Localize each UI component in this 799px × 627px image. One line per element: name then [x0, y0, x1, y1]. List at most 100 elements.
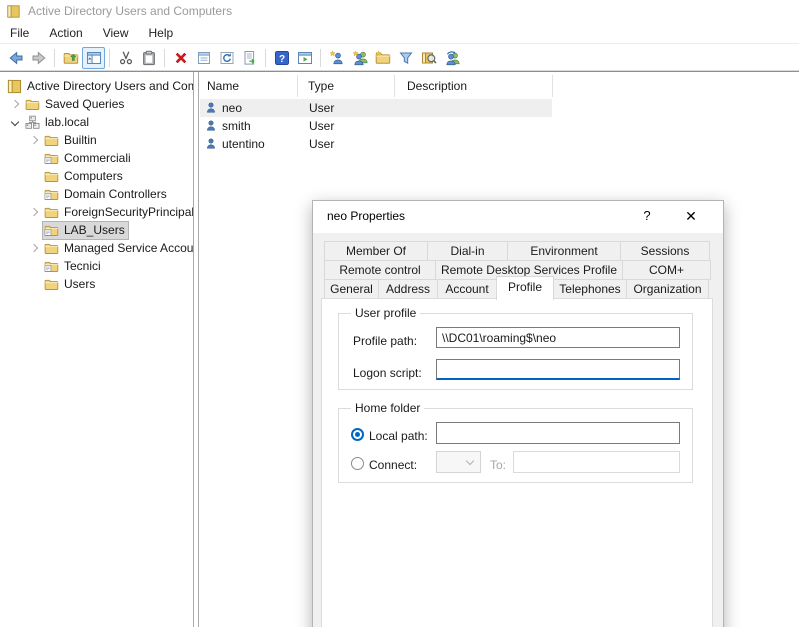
toolbar-separator — [109, 49, 110, 67]
list-header: Name Type Description — [199, 73, 799, 99]
dialog-title: neo Properties — [327, 209, 405, 223]
list-row-neo[interactable]: neoUser — [200, 99, 552, 117]
toolbar: ? — [0, 45, 799, 71]
tab-sessions[interactable]: Sessions — [620, 241, 710, 261]
neo-properties-dialog: neo Properties ? ✕ Member OfDial-inEnvir… — [312, 200, 724, 627]
user-icon — [204, 137, 218, 151]
console-icon — [7, 79, 22, 94]
tree-item-commerciali[interactable]: Commerciali — [25, 149, 134, 167]
user-profile-group-label: User profile — [351, 306, 420, 320]
column-header-type[interactable]: Type — [308, 73, 334, 99]
tree-expanded-chevron-icon[interactable] — [11, 118, 19, 126]
local-path-label: Local path: — [369, 429, 428, 443]
find-icon[interactable] — [417, 47, 440, 69]
tree-item-builtin[interactable]: Builtin — [25, 131, 100, 149]
tab-telephones[interactable]: Telephones — [553, 279, 627, 299]
tab-organization[interactable]: Organization — [626, 279, 709, 299]
tree-collapsed-chevron-icon[interactable] — [30, 208, 38, 216]
toolbar-separator — [164, 49, 165, 67]
profile-tab-page: User profile Profile path: Logon script:… — [321, 298, 713, 627]
dialog-titlebar: neo Properties ? ✕ — [313, 201, 723, 233]
tab-dial-in[interactable]: Dial-in — [427, 241, 508, 261]
column-divider[interactable] — [394, 75, 395, 97]
console-tree-pane[interactable]: Active Directory Users and ComputersSave… — [0, 72, 194, 627]
show-console-tree-icon[interactable] — [82, 47, 105, 69]
tree-item-lab-users[interactable]: LAB_Users — [25, 221, 128, 239]
home-folder-group-label: Home folder — [351, 401, 424, 415]
up-one-level-icon[interactable] — [59, 47, 82, 69]
profile-path-label: Profile path: — [353, 334, 417, 348]
tree-item-managed-service-accounts[interactable]: Managed Service Accounts — [25, 239, 194, 257]
menu-file[interactable]: File — [0, 23, 39, 43]
window-title: Active Directory Users and Computers — [28, 4, 232, 18]
folder-icon — [44, 205, 59, 220]
tree-item-users[interactable]: Users — [25, 275, 98, 293]
new-user-icon[interactable] — [325, 47, 348, 69]
column-divider[interactable] — [297, 75, 298, 97]
tab-address[interactable]: Address — [378, 279, 438, 299]
tree-collapsed-chevron-icon[interactable] — [11, 100, 19, 108]
forward-icon[interactable] — [27, 47, 50, 69]
tree-item-lab-local[interactable]: lab.local — [6, 113, 92, 131]
home-folder-groupbox: Home folder Local path: Connect: To: — [338, 408, 693, 483]
menu-action[interactable]: Action — [39, 23, 92, 43]
menu-help[interactable]: Help — [139, 23, 184, 43]
drive-letter-dropdown[interactable] — [436, 451, 481, 473]
user-icon — [204, 119, 218, 133]
cut-icon[interactable] — [114, 47, 137, 69]
tree-item-computers[interactable]: Computers — [25, 167, 126, 185]
refresh-icon[interactable] — [215, 47, 238, 69]
add-member-icon[interactable] — [440, 47, 463, 69]
tree-item-domain-controllers[interactable]: Domain Controllers — [25, 185, 170, 203]
dialog-help-button[interactable]: ? — [635, 205, 659, 227]
tree-item-foreignsecurityprincipals[interactable]: ForeignSecurityPrincipals — [25, 203, 194, 221]
local-path-radio[interactable] — [351, 428, 364, 441]
domain-icon — [25, 115, 40, 130]
column-divider[interactable] — [552, 75, 553, 97]
new-ou-icon[interactable] — [371, 47, 394, 69]
column-header-description[interactable]: Description — [407, 73, 467, 99]
tab-remote-control[interactable]: Remote control — [324, 260, 436, 280]
toolbar-separator — [320, 49, 321, 67]
filter-icon[interactable] — [394, 47, 417, 69]
list-row-smith[interactable]: smithUser — [200, 117, 552, 135]
ou-icon — [44, 187, 59, 202]
tab-profile[interactable]: Profile — [496, 276, 554, 300]
tree-item-active-directory-users-and-computers[interactable]: Active Directory Users and Computers — [6, 77, 194, 95]
to-label: To: — [490, 458, 506, 472]
tab-environment[interactable]: Environment — [507, 241, 621, 261]
logon-script-input[interactable] — [436, 359, 680, 380]
tab-member-of[interactable]: Member Of — [324, 241, 428, 261]
help-icon[interactable]: ? — [270, 47, 293, 69]
menu-bar: FileActionViewHelp — [0, 22, 799, 44]
new-group-icon[interactable] — [348, 47, 371, 69]
connect-to-input[interactable] — [513, 451, 680, 473]
user-profile-groupbox: User profile Profile path: Logon script: — [338, 313, 693, 390]
window-titlebar: Active Directory Users and Computers — [0, 0, 799, 22]
console-window-icon[interactable] — [293, 47, 316, 69]
tree-collapsed-chevron-icon[interactable] — [30, 136, 38, 144]
tab-com-[interactable]: COM+ — [622, 260, 711, 280]
local-path-input[interactable] — [436, 422, 680, 444]
menu-view[interactable]: View — [93, 23, 139, 43]
tree-collapsed-chevron-icon[interactable] — [30, 244, 38, 252]
back-icon[interactable] — [4, 47, 27, 69]
folder-icon — [44, 133, 59, 148]
svg-text:?: ? — [278, 53, 284, 64]
export-list-icon[interactable] — [238, 47, 261, 69]
profile-path-input[interactable] — [436, 327, 680, 348]
list-row-utentino[interactable]: utentinoUser — [200, 135, 552, 153]
delete-icon[interactable] — [169, 47, 192, 69]
connect-label: Connect: — [369, 458, 417, 472]
column-header-name[interactable]: Name — [207, 73, 239, 99]
tree-item-tecnici[interactable]: Tecnici — [25, 257, 104, 275]
dialog-close-button[interactable]: ✕ — [679, 205, 703, 227]
ou-icon — [44, 223, 59, 238]
paste-icon[interactable] — [137, 47, 160, 69]
tab-account[interactable]: Account — [437, 279, 497, 299]
properties-icon[interactable] — [192, 47, 215, 69]
connect-radio[interactable] — [351, 457, 364, 470]
tab-general[interactable]: General — [324, 279, 379, 299]
tree-item-saved-queries[interactable]: Saved Queries — [6, 95, 127, 113]
app-window: Active Directory Users and Computers Fil… — [0, 0, 799, 627]
